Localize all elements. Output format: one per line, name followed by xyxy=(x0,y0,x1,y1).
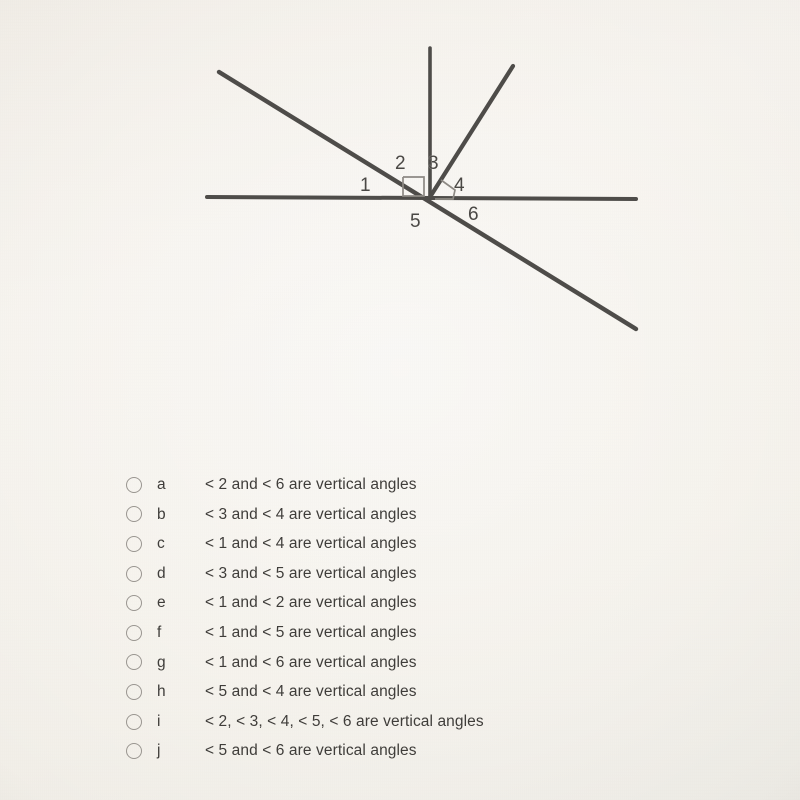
option-letter-h: h xyxy=(157,683,166,701)
option-text-g: < 1 and < 6 are vertical angles xyxy=(205,653,417,671)
angle-label-2: 2 xyxy=(395,153,406,174)
option-letter-c: c xyxy=(157,535,165,553)
option-row-h[interactable]: h < 5 and < 4 are vertical angles xyxy=(0,677,800,707)
radio-button-i[interactable] xyxy=(126,713,142,730)
option-text-c: < 1 and < 4 are vertical angles xyxy=(205,535,417,553)
option-row-f[interactable]: f < 1 and < 5 are vertical angles xyxy=(0,618,800,648)
option-text-e: < 1 and < 2 are vertical angles xyxy=(205,594,417,612)
answer-choice-list: a < 2 and < 6 are vertical angles b < 3 and… xyxy=(0,470,800,766)
option-text-f: < 1 and < 5 are vertical angles xyxy=(205,624,417,642)
radio-button-g[interactable] xyxy=(126,654,142,671)
option-text-j: < 5 and < 6 are vertical angles xyxy=(205,742,417,760)
option-text-i: < 2, < 3, < 4, < 5, < 6 are vertical ang… xyxy=(205,712,484,730)
radio-button-h[interactable] xyxy=(126,683,142,700)
option-letter-e: e xyxy=(157,594,166,612)
option-text-a: < 2 and < 6 are vertical angles xyxy=(205,476,417,494)
angle-label-5: 5 xyxy=(410,211,421,232)
angle-label-1: 1 xyxy=(360,175,371,196)
radio-button-d[interactable] xyxy=(126,565,142,582)
radio-button-j[interactable] xyxy=(126,743,142,760)
radio-button-f[interactable] xyxy=(126,624,142,641)
option-row-a[interactable]: a < 2 and < 6 are vertical angles xyxy=(0,470,800,500)
option-row-b[interactable]: b < 3 and < 4 are vertical angles xyxy=(0,500,800,530)
option-row-e[interactable]: e < 1 and < 2 are vertical angles xyxy=(0,588,800,618)
radio-button-b[interactable] xyxy=(126,506,142,523)
option-row-i[interactable]: i < 2, < 3, < 4, < 5, < 6 are vertical an… xyxy=(0,707,800,737)
option-text-b: < 3 and < 4 are vertical angles xyxy=(205,505,417,523)
angle-label-6: 6 xyxy=(468,204,479,225)
option-letter-i: i xyxy=(157,712,161,730)
northeast-ray xyxy=(427,63,516,200)
radio-button-a[interactable] xyxy=(126,476,142,493)
option-row-g[interactable]: g < 1 and < 6 are vertical angles xyxy=(0,648,800,678)
option-letter-j: j xyxy=(157,742,161,760)
option-row-j[interactable]: j < 5 and < 6 are vertical angles xyxy=(0,736,800,766)
option-text-d: < 3 and < 5 are vertical angles xyxy=(205,564,417,582)
angle-label-4: 4 xyxy=(454,175,465,196)
angle-diagram-svg xyxy=(205,46,639,332)
option-letter-d: d xyxy=(157,564,166,582)
angle-diagram: 1 2 3 4 5 6 xyxy=(0,0,800,420)
option-letter-g: g xyxy=(157,653,166,671)
option-letter-b: b xyxy=(157,505,166,523)
angle-label-3: 3 xyxy=(428,153,439,174)
option-row-c[interactable]: c < 1 and < 4 are vertical angles xyxy=(0,529,800,559)
radio-button-c[interactable] xyxy=(126,535,142,552)
option-letter-f: f xyxy=(157,624,162,642)
option-text-h: < 5 and < 4 are vertical angles xyxy=(205,683,417,701)
option-row-d[interactable]: d < 3 and < 5 are vertical angles xyxy=(0,559,800,589)
radio-button-e[interactable] xyxy=(126,595,142,612)
option-letter-a: a xyxy=(157,476,166,494)
